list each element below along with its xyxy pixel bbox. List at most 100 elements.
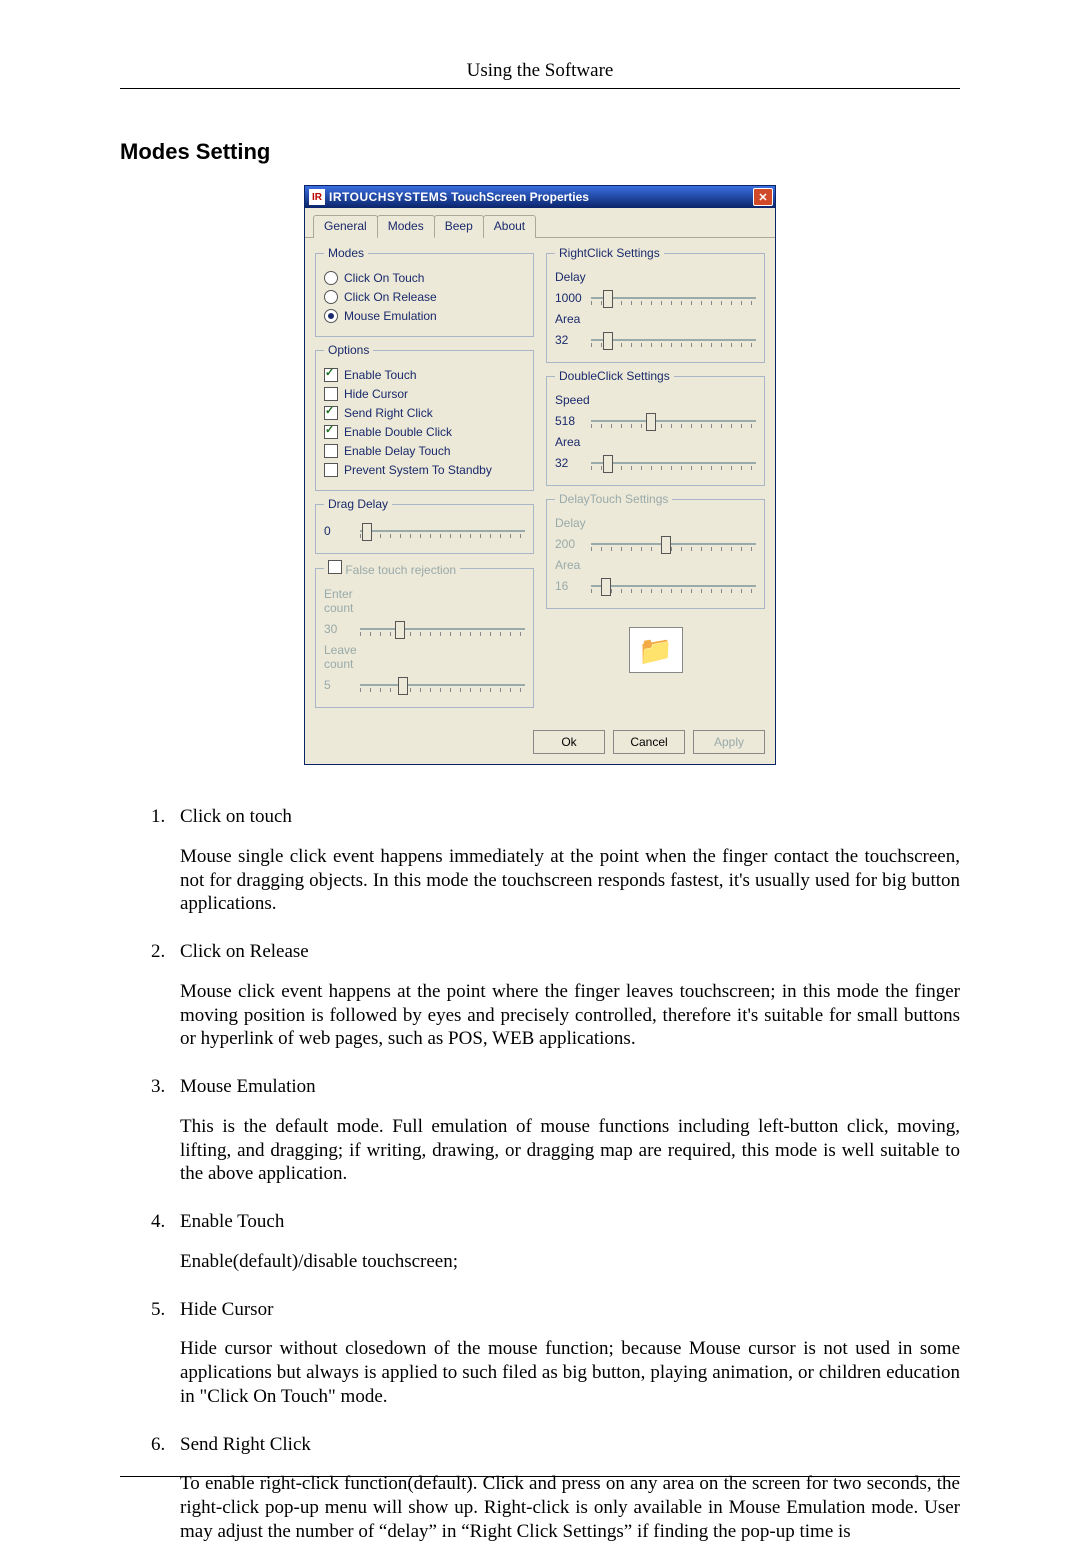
rc-area-value: 32: [555, 333, 585, 347]
label-click-on-release: Click On Release: [344, 290, 437, 304]
dc-area-label: Area: [555, 435, 595, 449]
label-click-on-touch: Click On Touch: [344, 271, 424, 285]
false-touch-legend-text: False touch rejection: [345, 563, 456, 577]
close-icon[interactable]: ✕: [753, 188, 773, 206]
list-item: Click on Release Mouse click event happe…: [170, 940, 960, 1051]
app-logo-icon: IR: [309, 189, 325, 205]
dt-area-value: 16: [555, 579, 585, 593]
tab-row: General Modes Beep About: [305, 208, 775, 238]
doc-item-list: Click on touch Mouse single click event …: [170, 805, 960, 1544]
enter-count-label: Enter count: [324, 587, 384, 615]
label-hide-cursor: Hide Cursor: [344, 387, 408, 401]
list-item: Mouse Emulation This is the default mode…: [170, 1075, 960, 1186]
options-legend: Options: [324, 343, 373, 357]
modes-legend: Modes: [324, 246, 368, 260]
item-body: Mouse single click event happens immedia…: [180, 845, 960, 916]
check-false-touch[interactable]: [328, 560, 342, 574]
drag-delay-value: 0: [324, 524, 354, 538]
item-title: Click on touch: [180, 805, 960, 829]
dt-delay-slider: [591, 534, 756, 554]
cancel-button[interactable]: Cancel: [613, 730, 685, 754]
dialog-titlebar: IR IRTOUCHSYSTEMS TouchScreen Properties…: [305, 186, 775, 208]
item-body: To enable right-click function(default).…: [180, 1472, 960, 1543]
double-click-test-target[interactable]: 📁: [629, 627, 683, 673]
check-enable-delay-touch[interactable]: [324, 444, 338, 458]
delay-touch-group: DelayTouch Settings Delay 200 Area 16: [546, 492, 765, 609]
right-click-group: RightClick Settings Delay 1000 Area 32: [546, 246, 765, 363]
title-rest: TouchScreen Properties: [451, 190, 589, 204]
dc-speed-slider[interactable]: [591, 411, 756, 431]
rc-delay-label: Delay: [555, 270, 595, 284]
drag-delay-slider[interactable]: [360, 521, 525, 541]
modes-group: Modes Click On Touch Click On Release Mo…: [315, 246, 534, 337]
options-group: Options Enable Touch Hide Cursor Send Ri…: [315, 343, 534, 491]
item-body: Enable(default)/disable touchscreen;: [180, 1250, 960, 1274]
drag-delay-legend: Drag Delay: [324, 497, 392, 511]
drag-delay-group: Drag Delay 0: [315, 497, 534, 554]
tab-modes[interactable]: Modes: [377, 215, 435, 238]
double-click-group: DoubleClick Settings Speed 518 Area 32: [546, 369, 765, 486]
label-enable-delay-touch: Enable Delay Touch: [344, 444, 451, 458]
tab-general[interactable]: General: [313, 215, 378, 238]
radio-click-on-release[interactable]: [324, 290, 338, 304]
item-body: Hide cursor without closedown of the mou…: [180, 1337, 960, 1408]
top-rule: [120, 88, 960, 89]
dc-area-value: 32: [555, 456, 585, 470]
item-title: Hide Cursor: [180, 1298, 960, 1322]
item-title: Enable Touch: [180, 1210, 960, 1234]
rc-delay-value: 1000: [555, 291, 585, 305]
label-mouse-emulation: Mouse Emulation: [344, 309, 437, 323]
tab-about[interactable]: About: [483, 215, 536, 238]
dc-area-slider[interactable]: [591, 453, 756, 473]
check-send-right-click[interactable]: [324, 406, 338, 420]
label-prevent-standby: Prevent System To Standby: [344, 463, 492, 477]
check-prevent-standby[interactable]: [324, 463, 338, 477]
list-item: Hide Cursor Hide cursor without closedow…: [170, 1298, 960, 1409]
dt-area-slider: [591, 576, 756, 596]
dc-speed-value: 518: [555, 414, 585, 428]
label-send-right-click: Send Right Click: [344, 406, 433, 420]
dt-delay-value: 200: [555, 537, 585, 551]
dt-area-label: Area: [555, 558, 595, 572]
title-brand: IRTOUCHSYSTEMS: [329, 190, 448, 204]
leave-count-slider: [360, 675, 525, 695]
leave-count-label: Leave count: [324, 643, 384, 671]
section-title: Modes Setting: [120, 139, 960, 165]
ok-button[interactable]: Ok: [533, 730, 605, 754]
rc-area-slider[interactable]: [591, 330, 756, 350]
item-body: Mouse click event happens at the point w…: [180, 980, 960, 1051]
folder-icon: 📁: [638, 634, 673, 667]
item-title: Click on Release: [180, 940, 960, 964]
rc-delay-slider[interactable]: [591, 288, 756, 308]
label-enable-double-click: Enable Double Click: [344, 425, 452, 439]
label-enable-touch: Enable Touch: [344, 368, 417, 382]
check-enable-touch[interactable]: [324, 368, 338, 382]
double-click-legend: DoubleClick Settings: [555, 369, 674, 383]
list-item: Enable Touch Enable(default)/disable tou…: [170, 1210, 960, 1274]
dc-speed-label: Speed: [555, 393, 595, 407]
delay-touch-legend: DelayTouch Settings: [555, 492, 672, 506]
apply-button: Apply: [693, 730, 765, 754]
right-click-legend: RightClick Settings: [555, 246, 664, 260]
dialog-button-row: Ok Cancel Apply: [305, 724, 775, 764]
bottom-rule: [120, 1476, 960, 1477]
check-enable-double-click[interactable]: [324, 425, 338, 439]
radio-mouse-emulation[interactable]: [324, 309, 338, 323]
false-touch-legend: False touch rejection: [324, 560, 460, 577]
properties-dialog: IR IRTOUCHSYSTEMS TouchScreen Properties…: [304, 185, 776, 765]
enter-count-value: 30: [324, 622, 354, 636]
false-touch-group: False touch rejection Enter count 30 Lea…: [315, 560, 534, 708]
item-body: This is the default mode. Full emulation…: [180, 1115, 960, 1186]
dt-delay-label: Delay: [555, 516, 595, 530]
enter-count-slider: [360, 619, 525, 639]
running-header: Using the Software: [120, 60, 960, 82]
rc-area-label: Area: [555, 312, 595, 326]
list-item: Click on touch Mouse single click event …: [170, 805, 960, 916]
radio-click-on-touch[interactable]: [324, 271, 338, 285]
leave-count-value: 5: [324, 678, 354, 692]
tab-beep[interactable]: Beep: [434, 215, 484, 238]
item-title: Mouse Emulation: [180, 1075, 960, 1099]
item-title: Send Right Click: [180, 1433, 960, 1457]
check-hide-cursor[interactable]: [324, 387, 338, 401]
dialog-title: IRTOUCHSYSTEMS TouchScreen Properties: [329, 190, 753, 204]
